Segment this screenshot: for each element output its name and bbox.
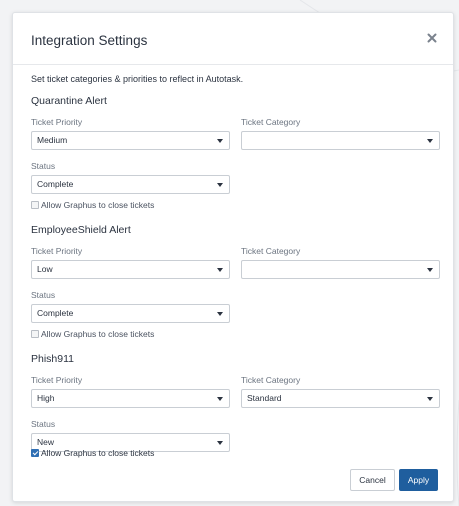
chevron-down-icon xyxy=(217,397,223,401)
category-label: Ticket Category xyxy=(241,117,301,127)
status-label: Status xyxy=(31,290,56,300)
phish911-category-select[interactable]: Standard xyxy=(241,389,440,408)
section-title-employeeshield: EmployeeShield Alert xyxy=(31,224,131,236)
select-value: Medium xyxy=(37,135,68,145)
select-value: New xyxy=(37,437,55,447)
phish911-allow-close[interactable]: Allow Graphus to close tickets xyxy=(31,447,154,458)
allow-close-label: Allow Graphus to close tickets xyxy=(41,447,155,458)
category-label: Ticket Category xyxy=(241,246,301,256)
close-icon xyxy=(427,33,437,43)
select-value: Complete xyxy=(37,308,74,318)
chevron-down-icon xyxy=(217,139,223,143)
allow-close-checkbox[interactable] xyxy=(31,329,39,338)
chevron-down-icon xyxy=(217,441,223,445)
close-button[interactable] xyxy=(425,31,439,45)
status-label: Status xyxy=(31,161,56,171)
chevron-down-icon xyxy=(427,139,433,143)
priority-label: Ticket Priority xyxy=(31,246,83,256)
allow-close-checkbox[interactable] xyxy=(31,200,39,209)
select-value: Low xyxy=(37,264,53,274)
allow-close-checkbox[interactable] xyxy=(31,448,39,457)
chevron-down-icon xyxy=(217,312,223,316)
category-label: Ticket Category xyxy=(241,375,301,385)
select-value: Standard xyxy=(247,393,282,403)
quarantine-category-select[interactable] xyxy=(241,131,440,150)
quarantine-allow-close[interactable]: Allow Graphus to close tickets xyxy=(31,199,154,210)
employeeshield-status-select[interactable]: Complete xyxy=(31,304,230,323)
quarantine-status-select[interactable]: Complete xyxy=(31,175,230,194)
allow-close-label: Allow Graphus to close tickets xyxy=(41,328,155,339)
quarantine-priority-select[interactable]: Medium xyxy=(31,131,230,150)
section-title-phish911: Phish911 xyxy=(31,353,75,365)
priority-label: Ticket Priority xyxy=(31,375,83,385)
employeeshield-priority-select[interactable]: Low xyxy=(31,260,230,279)
employeeshield-allow-close[interactable]: Allow Graphus to close tickets xyxy=(31,328,154,339)
chevron-down-icon xyxy=(217,268,223,272)
status-label: Status xyxy=(31,419,56,429)
section-title-quarantine: Quarantine Alert xyxy=(31,95,107,107)
intro-text: Set ticket categories & priorities to re… xyxy=(31,74,244,84)
allow-close-label: Allow Graphus to close tickets xyxy=(41,199,155,210)
apply-button[interactable]: Apply xyxy=(399,469,438,491)
chevron-down-icon xyxy=(217,183,223,187)
integration-settings-dialog: Integration Settings Set ticket categori… xyxy=(12,12,454,502)
dialog-header: Integration Settings xyxy=(13,13,453,65)
priority-label: Ticket Priority xyxy=(31,117,83,127)
employeeshield-category-select[interactable] xyxy=(241,260,440,279)
select-value: High xyxy=(37,393,55,403)
chevron-down-icon xyxy=(427,397,433,401)
cancel-button[interactable]: Cancel xyxy=(350,469,395,491)
select-value: Complete xyxy=(37,179,74,189)
dialog-title: Integration Settings xyxy=(31,33,148,48)
phish911-priority-select[interactable]: High xyxy=(31,389,230,408)
chevron-down-icon xyxy=(427,268,433,272)
